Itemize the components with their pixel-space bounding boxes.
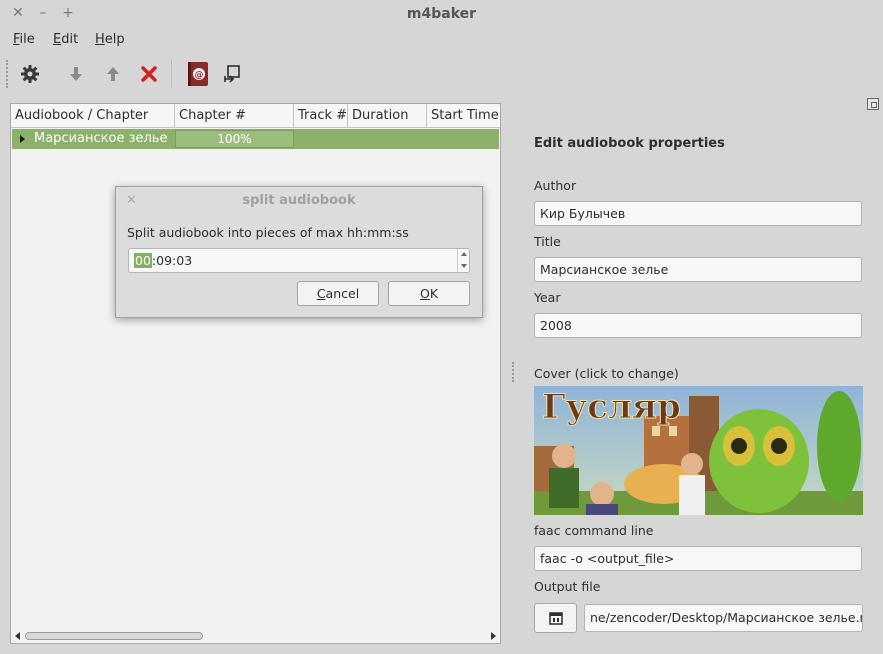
spin-selected-segment: 00 xyxy=(134,253,152,268)
spin-down-icon[interactable] xyxy=(461,264,467,268)
toolbar-grip[interactable] xyxy=(6,60,8,88)
properties-title: Edit audiobook properties xyxy=(534,136,725,151)
menu-file[interactable]: File xyxy=(13,32,35,47)
folder-icon xyxy=(548,612,563,625)
year-label: Year xyxy=(534,290,561,305)
remove-icon xyxy=(141,66,157,82)
progress-cell: 100% xyxy=(175,130,294,148)
title-field[interactable]: Марсианское зелье xyxy=(534,257,862,282)
title-bar: ✕ – + m4baker xyxy=(0,0,883,28)
main-window: ✕ – + m4baker File Edit Help @ Audiobook… xyxy=(0,0,883,654)
toolbar-separator xyxy=(171,60,172,88)
cancel-button[interactable]: Cancel xyxy=(297,281,379,306)
faac-command-field[interactable]: faac -o <output_file> xyxy=(534,546,862,571)
cover-image[interactable]: Гусляр xyxy=(534,386,863,515)
split-icon xyxy=(224,65,240,83)
tree-header: Audiobook / Chapter Chapter # Track # Du… xyxy=(11,104,500,128)
horizontal-scrollbar[interactable] xyxy=(11,629,500,643)
audiobook-title-cell: Марсианское зелье xyxy=(34,131,168,146)
pane-splitter[interactable] xyxy=(512,362,514,382)
faac-label: faac command line xyxy=(534,523,654,538)
spin-rest: :09:03 xyxy=(151,253,193,268)
cover-artwork: Гусляр xyxy=(534,386,863,515)
menu-bar: File Edit Help xyxy=(0,28,883,52)
menu-edit[interactable]: Edit xyxy=(53,32,78,47)
column-header-duration[interactable]: Duration xyxy=(348,104,427,128)
ok-button[interactable]: OK xyxy=(388,281,470,306)
split-audiobook-dialog: ✕ split audiobook Split audiobook into p… xyxy=(115,186,483,318)
spin-buttons[interactable] xyxy=(457,249,469,272)
new-audiobook-button[interactable]: @ xyxy=(183,59,213,89)
cover-label: Cover (click to change) xyxy=(534,366,679,381)
browse-output-button[interactable] xyxy=(534,603,577,633)
expand-arrow-icon[interactable] xyxy=(20,135,25,143)
scroll-right-icon[interactable] xyxy=(491,632,496,640)
dialog-title: split audiobook xyxy=(242,193,356,208)
dialog-message: Split audiobook into pieces of max hh:mm… xyxy=(127,225,409,240)
split-duration-input[interactable]: 00:09:03 xyxy=(128,248,470,273)
window-title: m4baker xyxy=(406,6,477,22)
move-down-button[interactable] xyxy=(61,59,91,89)
scrollbar-thumb[interactable] xyxy=(25,632,203,640)
move-up-icon xyxy=(107,67,119,81)
scroll-left-icon[interactable] xyxy=(15,632,20,640)
gear-icon xyxy=(21,65,39,83)
menu-help[interactable]: Help xyxy=(95,32,125,47)
split-button[interactable] xyxy=(217,59,247,89)
detach-panel-icon[interactable] xyxy=(867,98,879,110)
spin-value[interactable]: 00:09:03 xyxy=(134,252,192,269)
author-field[interactable]: Кир Булычев xyxy=(534,201,862,226)
audiobook-tree[interactable]: Audiobook / Chapter Chapter # Track # Du… xyxy=(10,103,501,644)
year-field[interactable]: 2008 xyxy=(534,313,862,338)
settings-button[interactable] xyxy=(15,59,45,89)
column-header-audiobook[interactable]: Audiobook / Chapter xyxy=(11,104,175,128)
audiobook-icon: @ xyxy=(188,62,208,86)
tree-row[interactable]: Марсианское зелье 100% xyxy=(12,129,499,149)
toolbar: @ xyxy=(0,54,883,94)
column-header-start-time[interactable]: Start Time xyxy=(427,104,500,128)
cover-title-text: Гусляр xyxy=(542,387,681,427)
svg-text:@: @ xyxy=(195,71,204,81)
remove-button[interactable] xyxy=(134,59,164,89)
title-label: Title xyxy=(534,234,561,249)
output-file-label: Output file xyxy=(534,579,601,594)
column-header-chapter[interactable]: Chapter # xyxy=(175,104,294,128)
column-header-track[interactable]: Track # xyxy=(294,104,348,128)
spin-up-icon[interactable] xyxy=(461,252,467,256)
move-down-icon xyxy=(70,67,82,81)
output-file-field[interactable]: ne/zencoder/Desktop/Марсианское зелье.m4… xyxy=(584,604,863,632)
author-label: Author xyxy=(534,178,577,193)
move-up-button[interactable] xyxy=(98,59,128,89)
